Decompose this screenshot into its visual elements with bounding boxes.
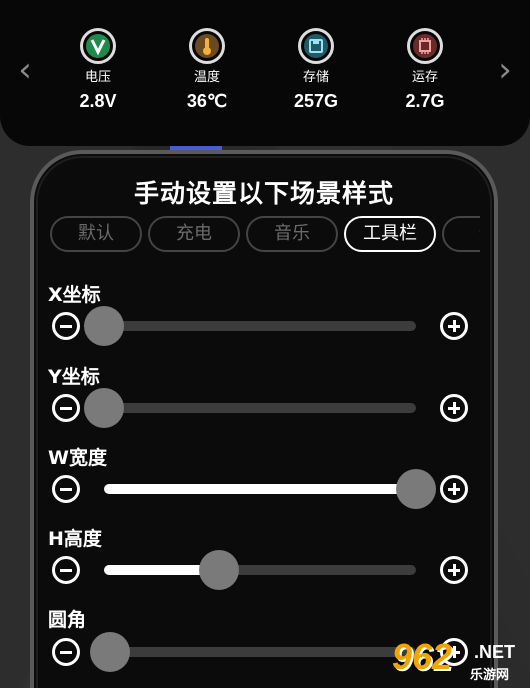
plus-button-x[interactable] bbox=[440, 312, 468, 340]
stat-value: 2.8V bbox=[79, 91, 117, 111]
slider-thumb-x[interactable] bbox=[84, 306, 124, 346]
next-arrow-button[interactable]: › bbox=[494, 48, 516, 92]
tab-more[interactable]: 通 bbox=[442, 216, 480, 252]
slider-track-height[interactable] bbox=[104, 550, 416, 590]
site-watermark: 962 .NET 乐游网 bbox=[392, 636, 526, 684]
plus-button-width[interactable] bbox=[440, 475, 468, 503]
stat-memory: 运存 2.7G bbox=[380, 28, 470, 112]
slider-thumb-height[interactable] bbox=[199, 550, 240, 590]
minus-button-width[interactable] bbox=[52, 475, 80, 503]
slider-track-width[interactable] bbox=[104, 469, 436, 509]
tab-music[interactable]: 音乐 bbox=[246, 216, 338, 252]
slider-label-width: W宽度 bbox=[48, 447, 107, 469]
phone-settings-panel: 手动设置以下场景样式 默认 充电 音乐 工具栏 通 X坐标 Y坐标 W宽度 bbox=[30, 150, 498, 688]
memory-chip-icon bbox=[407, 28, 443, 64]
tab-default[interactable]: 默认 bbox=[50, 216, 142, 252]
stat-voltage: 电压 2.8V bbox=[53, 28, 143, 112]
device-status-card: ‹ › 电压 2.8V 温度 36℃ 存储 257G 运存 2.7G bbox=[0, 0, 530, 146]
slider-track-y[interactable] bbox=[84, 388, 416, 428]
stat-label: 温度 bbox=[193, 70, 220, 85]
minus-button-height[interactable] bbox=[52, 556, 80, 584]
slider-track-radius[interactable] bbox=[90, 632, 416, 672]
panel-title: 手动设置以下场景样式 bbox=[133, 179, 394, 208]
watermark-net: .NET bbox=[474, 642, 516, 662]
stat-value: 257G bbox=[293, 91, 339, 111]
slider-label-x: X坐标 bbox=[48, 284, 101, 306]
tab-charging[interactable]: 充电 bbox=[148, 216, 240, 252]
stat-label: 存储 bbox=[302, 70, 329, 85]
slider-label-radius: 圆角 bbox=[48, 609, 87, 631]
voltage-icon bbox=[80, 28, 116, 64]
stat-value: 2.7G bbox=[405, 91, 445, 111]
storage-icon bbox=[298, 28, 334, 64]
tab-toolbar[interactable]: 工具栏 bbox=[344, 216, 436, 252]
slider-track-x[interactable] bbox=[84, 306, 416, 346]
plus-button-height[interactable] bbox=[440, 556, 468, 584]
slider-thumb-radius[interactable] bbox=[90, 632, 131, 672]
minus-button-radius[interactable] bbox=[52, 638, 80, 666]
scene-tabs: 默认 充电 音乐 工具栏 通 bbox=[50, 214, 480, 254]
stat-value: 36℃ bbox=[186, 91, 228, 111]
plus-button-y[interactable] bbox=[440, 394, 468, 422]
slider-fill bbox=[104, 484, 416, 494]
stat-label: 运存 bbox=[411, 70, 438, 85]
stat-temperature: 温度 36℃ bbox=[162, 28, 252, 112]
thermometer-icon bbox=[189, 28, 225, 64]
slider-thumb-width[interactable] bbox=[396, 469, 436, 509]
slider-label-y: Y坐标 bbox=[48, 366, 100, 388]
watermark-sub: 乐游网 bbox=[470, 668, 510, 683]
stat-label: 电压 bbox=[84, 70, 111, 85]
slider-label-height: H高度 bbox=[48, 528, 102, 550]
stat-storage: 存储 257G bbox=[271, 28, 361, 112]
minus-button-x[interactable] bbox=[52, 312, 80, 340]
watermark-logo: 962 bbox=[392, 636, 453, 677]
prev-arrow-button[interactable]: ‹ bbox=[14, 48, 36, 92]
slider-thumb-y[interactable] bbox=[84, 388, 124, 428]
minus-button-y[interactable] bbox=[52, 394, 80, 422]
